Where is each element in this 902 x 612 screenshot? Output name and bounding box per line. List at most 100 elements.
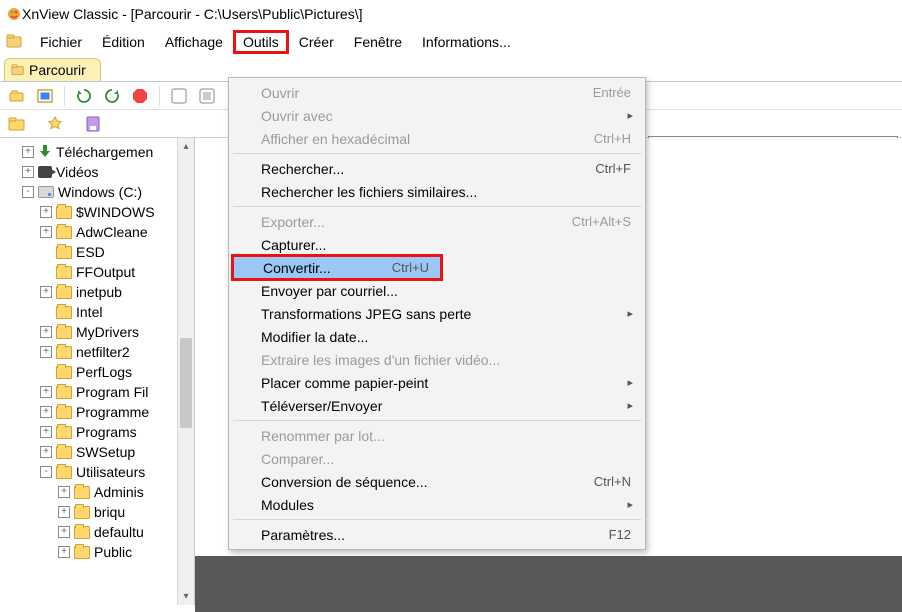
menu-item-label: Téléverser/Envoyer <box>261 398 631 414</box>
tree-item[interactable]: + Program Fil <box>0 382 194 402</box>
collapse-icon[interactable]: - <box>22 186 34 198</box>
tree-item[interactable]: + Téléchargemen <box>0 142 194 162</box>
expand-icon[interactable]: + <box>40 446 52 458</box>
expand-icon[interactable]: + <box>40 226 52 238</box>
folder-icon <box>56 366 72 379</box>
submenu-arrow-icon: ▸ <box>627 109 633 122</box>
app-icon <box>6 6 22 22</box>
fav-star-button[interactable] <box>44 113 66 135</box>
expand-icon[interactable]: + <box>58 506 70 518</box>
submenu-arrow-icon: ▸ <box>627 376 633 389</box>
expand-icon[interactable]: + <box>40 426 52 438</box>
open-button[interactable] <box>6 85 28 107</box>
menu--dition[interactable]: Édition <box>92 30 155 54</box>
menu-item-convertir[interactable]: Convertir...Ctrl+U <box>233 256 441 279</box>
tree-item[interactable]: +SWSetup <box>0 442 194 462</box>
folder-icon <box>56 326 72 339</box>
menu-cr-er[interactable]: Créer <box>289 30 344 54</box>
no-expander <box>40 306 52 318</box>
tools-dropdown[interactable]: OuvrirEntréeOuvrir avec▸Afficher en hexa… <box>228 77 646 550</box>
menu-item-rechercher[interactable]: Rechercher...Ctrl+F <box>231 157 643 180</box>
tree-item[interactable]: +MyDrivers <box>0 322 194 342</box>
collapse-icon[interactable]: - <box>40 466 52 478</box>
drive-icon <box>38 186 54 198</box>
menu-item-extraire-les-images-d-un-fichier-vid-o: Extraire les images d'un fichier vidéo..… <box>231 348 643 371</box>
folder-icon <box>56 226 72 239</box>
menu-item-modifier-la-date[interactable]: Modifier la date... <box>231 325 643 348</box>
expand-icon[interactable]: + <box>58 526 70 538</box>
expand-icon[interactable]: + <box>58 546 70 558</box>
tree-item[interactable]: -Utilisateurs <box>0 462 194 482</box>
menu-item-envoyer-par-courriel[interactable]: Envoyer par courriel... <box>231 279 643 302</box>
tree-item[interactable]: +defaultu <box>0 522 194 542</box>
tree-item[interactable]: + inetpub <box>0 282 194 302</box>
browse-tab[interactable]: Parcourir <box>4 58 101 81</box>
menu-fen-tre[interactable]: Fenêtre <box>344 30 412 54</box>
no-expander <box>40 366 52 378</box>
stop-button[interactable] <box>129 85 151 107</box>
tree-item[interactable]: +briqu <box>0 502 194 522</box>
menu-separator <box>233 153 641 154</box>
menu-item-param-tres[interactable]: Paramètres...F12 <box>231 523 643 546</box>
tree-item-label: $WINDOWS <box>76 204 155 220</box>
tree-scrollbar[interactable]: ▴ ▾ <box>177 138 194 605</box>
menu-item-capturer[interactable]: Capturer... <box>231 233 643 256</box>
menu-item-ouvrir: OuvrirEntrée <box>231 81 643 104</box>
tree-item[interactable]: +netfilter2 <box>0 342 194 362</box>
tree-item-label: Vidéos <box>56 164 99 180</box>
menu-item-transformations-jpeg-sans-perte[interactable]: Transformations JPEG sans perte▸ <box>231 302 643 325</box>
tree-item[interactable]: + Adminis <box>0 482 194 502</box>
fav-disk-button[interactable] <box>82 113 104 135</box>
fav-folder-a-button[interactable] <box>6 113 28 135</box>
tree-item[interactable]: +AdwCleane <box>0 222 194 242</box>
tool-b-button[interactable] <box>196 85 218 107</box>
menu-item-label: Convertir... <box>263 260 392 276</box>
tree-item[interactable]: Intel <box>0 302 194 322</box>
tool-a-button[interactable] <box>168 85 190 107</box>
expand-icon[interactable]: + <box>40 386 52 398</box>
expand-icon[interactable]: + <box>22 146 34 158</box>
refresh-cw-button[interactable] <box>73 85 95 107</box>
fullscreen-button[interactable] <box>34 85 56 107</box>
menu-item-placer-comme-papier-peint[interactable]: Placer comme papier-peint▸ <box>231 371 643 394</box>
menu-item-label: Afficher en hexadécimal <box>261 131 594 147</box>
tree-item[interactable]: +Programs <box>0 422 194 442</box>
scroll-down-icon[interactable]: ▾ <box>178 588 194 605</box>
menu-item-modules[interactable]: Modules▸ <box>231 493 643 516</box>
menu-item-label: Comparer... <box>261 451 631 467</box>
tree-item[interactable]: + Vidéos <box>0 162 194 182</box>
folder-icon <box>56 426 72 439</box>
tree-item[interactable]: FFOutput <box>0 262 194 282</box>
menu-informations-[interactable]: Informations... <box>412 30 521 54</box>
expand-icon[interactable]: + <box>58 486 70 498</box>
expand-icon[interactable]: + <box>40 286 52 298</box>
tree-item[interactable]: ESD <box>0 242 194 262</box>
window-menu-icon[interactable] <box>6 34 22 50</box>
menu-item-rechercher-les-fichiers-similaires[interactable]: Rechercher les fichiers similaires... <box>231 180 643 203</box>
menu-outils[interactable]: Outils <box>233 30 289 54</box>
tree-item[interactable]: PerfLogs <box>0 362 194 382</box>
tree-item[interactable]: -Windows (C:) <box>0 182 194 202</box>
menu-affichage[interactable]: Affichage <box>155 30 233 54</box>
menu-fichier[interactable]: Fichier <box>30 30 92 54</box>
expand-icon[interactable]: + <box>40 406 52 418</box>
menu-item-t-l-verser-envoyer[interactable]: Téléverser/Envoyer▸ <box>231 394 643 417</box>
tree-item[interactable]: + $WINDOWS <box>0 202 194 222</box>
tree-item[interactable]: +Programme <box>0 402 194 422</box>
scroll-thumb[interactable] <box>180 338 192 428</box>
tree-item-label: Program Fil <box>76 384 148 400</box>
refresh-ccw-button[interactable] <box>101 85 123 107</box>
expand-icon[interactable]: + <box>40 326 52 338</box>
expand-icon[interactable]: + <box>40 206 52 218</box>
menu-item-label: Envoyer par courriel... <box>261 283 631 299</box>
expand-icon[interactable]: + <box>40 346 52 358</box>
expand-icon[interactable]: + <box>22 166 34 178</box>
folder-tree[interactable]: + Téléchargemen + Vidéos -Windows (C:) + $WIND… <box>0 138 195 605</box>
tree-item-label: Téléchargemen <box>56 144 153 160</box>
tree-item-label: inetpub <box>76 284 122 300</box>
tree-item[interactable]: +Public <box>0 542 194 562</box>
tree-item-label: Adminis <box>94 484 144 500</box>
menu-item-conversion-de-s-quence[interactable]: Conversion de séquence...Ctrl+N <box>231 470 643 493</box>
menu-item-accelerator: Ctrl+F <box>595 161 631 176</box>
scroll-up-icon[interactable]: ▴ <box>178 138 194 155</box>
